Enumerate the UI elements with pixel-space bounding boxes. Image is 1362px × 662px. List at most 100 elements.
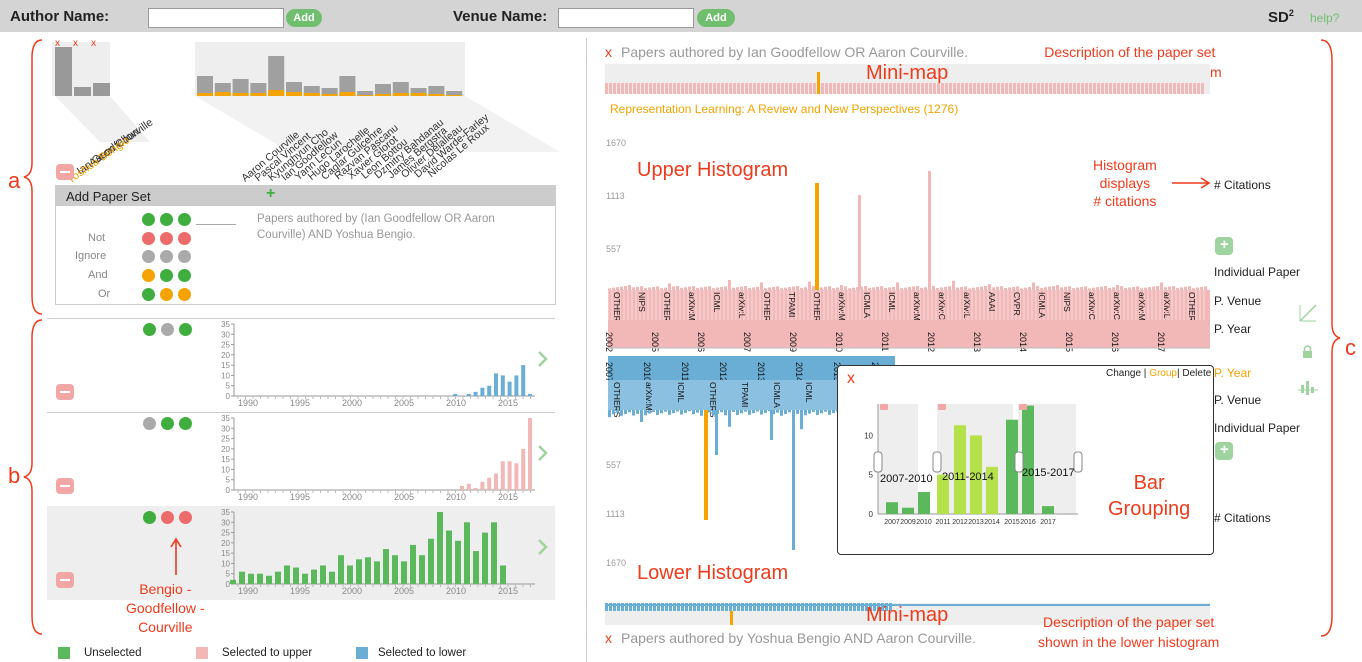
paper-bar-lower[interactable] <box>692 410 695 415</box>
paper-bar[interactable] <box>632 287 635 290</box>
paper-bar[interactable] <box>900 288 903 290</box>
paper-bar-lower[interactable] <box>640 410 643 422</box>
histogram-bar[interactable] <box>356 559 362 584</box>
paper-bar-lower[interactable] <box>780 410 783 416</box>
lock-icon[interactable] <box>1303 351 1312 358</box>
histogram-bar[interactable] <box>347 565 353 584</box>
paper-bar[interactable] <box>864 285 867 290</box>
add-author-button[interactable]: Add <box>286 9 322 27</box>
paper-bar[interactable] <box>1072 288 1075 290</box>
paper-bar[interactable] <box>892 286 895 290</box>
remove-lower-set-x[interactable]: x <box>605 630 612 646</box>
paper-bar[interactable] <box>1112 287 1115 290</box>
paper-bar[interactable] <box>612 287 615 290</box>
paper-bar-lower[interactable] <box>728 410 731 427</box>
year-label[interactable]: 2014 <box>794 362 804 382</box>
paper-bar-lower[interactable] <box>764 410 767 413</box>
group-handle-icon[interactable] <box>932 451 942 473</box>
histogram-bar[interactable] <box>500 461 505 490</box>
paper-bar-lower[interactable] <box>756 410 759 412</box>
paper-bar[interactable] <box>1104 285 1107 290</box>
paper-bar[interactable] <box>688 286 691 290</box>
histogram-bar[interactable] <box>521 365 526 396</box>
expand-arrow-icon[interactable] <box>538 351 548 367</box>
paper-bar-lower[interactable] <box>628 410 631 413</box>
paper-bar[interactable] <box>780 288 783 290</box>
remove-author-x[interactable]: x <box>73 38 78 49</box>
paper-bar[interactable] <box>644 288 647 290</box>
paper-bar-lower[interactable] <box>748 410 751 415</box>
year-label[interactable]: 2013 <box>972 332 982 352</box>
paper-bar[interactable] <box>1144 287 1147 290</box>
paper-bar[interactable] <box>664 287 667 290</box>
paper-bar[interactable] <box>736 287 739 290</box>
paper-bar-lower[interactable] <box>708 410 711 413</box>
paper-bar[interactable] <box>1164 287 1167 290</box>
paper-bar[interactable] <box>728 279 731 290</box>
paper-bar[interactable] <box>960 286 963 290</box>
plus-circle-icon[interactable] <box>179 323 192 336</box>
histogram-bar[interactable] <box>320 565 326 584</box>
paper-bar[interactable] <box>648 287 651 290</box>
paper-bar-lower[interactable] <box>832 410 835 414</box>
paper-bar-lower[interactable] <box>648 410 651 414</box>
grouping-bar[interactable] <box>1042 506 1054 514</box>
paper-bar-lower[interactable] <box>736 410 739 416</box>
histogram-bar[interactable] <box>466 483 471 490</box>
histogram-bar[interactable] <box>480 387 485 396</box>
paper-bar[interactable] <box>1080 286 1083 290</box>
paper-bar[interactable] <box>608 288 611 290</box>
venue-label[interactable]: arXiv:L <box>1162 292 1172 319</box>
help-link[interactable]: help? <box>1310 11 1339 25</box>
histogram-bar[interactable] <box>374 561 380 584</box>
author-name-input[interactable] <box>148 8 284 28</box>
paper-bar[interactable] <box>940 287 943 290</box>
paper-bar[interactable] <box>840 284 843 290</box>
year-label[interactable]: 2017 <box>1156 332 1166 352</box>
paper-bar[interactable] <box>1040 287 1043 290</box>
paper-bar[interactable] <box>752 287 755 290</box>
histogram-bar[interactable] <box>473 391 478 396</box>
histogram-bar[interactable] <box>480 481 485 490</box>
venue-label[interactable]: ICML <box>887 292 897 313</box>
paper-bar[interactable] <box>1044 287 1047 290</box>
paper-bar[interactable] <box>1048 286 1051 290</box>
venue-label[interactable]: arXiv:L <box>737 292 747 319</box>
paper-bar-lower[interactable] <box>732 410 735 412</box>
paper-bar[interactable] <box>1180 287 1183 290</box>
paper-bar-lower[interactable] <box>812 410 815 412</box>
histogram-bar[interactable] <box>338 555 344 584</box>
paper-bar[interactable] <box>1100 286 1103 290</box>
paper-bar[interactable] <box>1052 286 1055 290</box>
paper-bar[interactable] <box>628 284 631 290</box>
paper-bar[interactable] <box>1036 285 1039 290</box>
paper-bar-lower[interactable] <box>656 410 659 416</box>
paper-bar[interactable] <box>744 285 747 290</box>
and-toggle-icon[interactable] <box>178 269 191 282</box>
grouping-bar[interactable] <box>1022 405 1034 514</box>
author-bar[interactable] <box>55 47 72 96</box>
paper-bar[interactable] <box>764 288 767 290</box>
add-level-button[interactable]: + <box>1215 441 1233 460</box>
histogram-bar[interactable] <box>428 538 434 584</box>
paper-bar[interactable] <box>1060 287 1063 290</box>
year-label[interactable]: 2016 <box>1110 332 1120 352</box>
histogram-bar[interactable] <box>473 551 479 584</box>
paper-bar-lower[interactable] <box>680 410 683 415</box>
paper-bar[interactable] <box>788 287 791 290</box>
paper-bar[interactable] <box>984 285 987 290</box>
paper-bar-lower[interactable] <box>820 410 823 414</box>
histogram-bar[interactable] <box>487 385 492 396</box>
paper-bar[interactable] <box>1016 286 1019 290</box>
remove-group-icon[interactable] <box>938 404 946 410</box>
histogram-bar[interactable] <box>293 567 299 584</box>
paper-bar[interactable] <box>772 286 775 290</box>
bar-circle-icon[interactable] <box>161 417 174 430</box>
venue-label[interactable]: ICML <box>712 292 722 313</box>
paper-bar[interactable] <box>740 286 743 290</box>
paper-bar[interactable] <box>692 286 695 290</box>
and-toggle-icon[interactable] <box>160 269 173 282</box>
histogram-bar[interactable] <box>401 561 407 584</box>
paper-bar-lower[interactable] <box>636 410 639 414</box>
venue-label[interactable]: ICML <box>804 382 814 403</box>
